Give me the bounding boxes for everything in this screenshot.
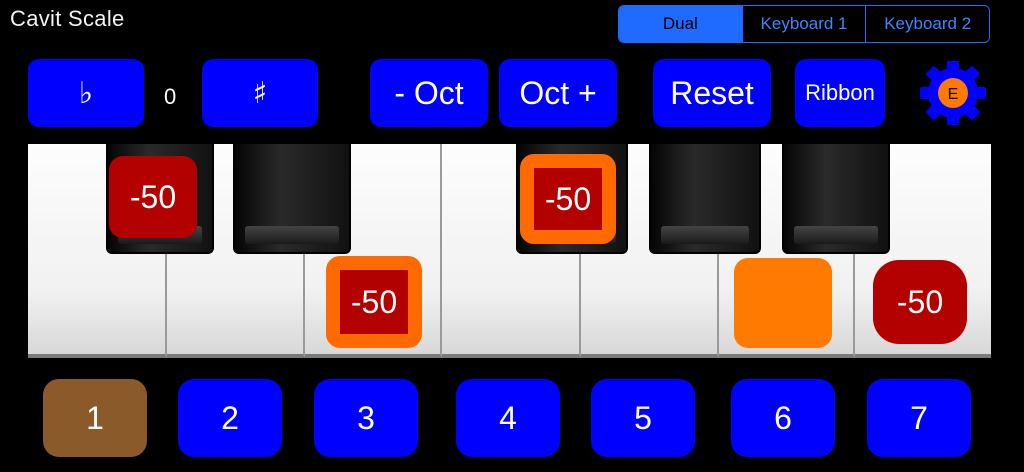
octave-up-button[interactable]: Oct + (499, 59, 617, 127)
black-key[interactable] (649, 144, 761, 254)
degree-button-1[interactable]: 1 (43, 379, 147, 457)
app-title: Cavit Scale (10, 6, 125, 31)
tab-keyboard-2[interactable]: Keyboard 2 (865, 6, 989, 42)
pitch-marker[interactable]: -50 (873, 260, 967, 344)
black-key[interactable] (782, 144, 890, 254)
degree-button-3[interactable]: 3 (314, 379, 418, 457)
degree-button-6[interactable]: 6 (731, 379, 835, 457)
tab-keyboard-1[interactable]: Keyboard 1 (741, 6, 866, 42)
pitch-marker[interactable]: -50 (326, 256, 422, 348)
piano-keyboard: -50 -50 -50 -50 (28, 144, 991, 358)
octave-down-button[interactable]: - Oct (370, 59, 488, 127)
transpose-value: 0 (164, 84, 177, 109)
tab-dual[interactable]: Dual (619, 6, 742, 42)
reset-button[interactable]: Reset (653, 59, 771, 127)
sharp-button[interactable]: ♯ (202, 59, 318, 127)
degree-button-2[interactable]: 2 (178, 379, 282, 457)
mode-segmented-control: Dual Keyboard 1 Keyboard 2 (618, 5, 990, 43)
pitch-marker[interactable]: -50 (109, 156, 197, 238)
flat-button[interactable]: ♭ (28, 59, 144, 127)
black-key[interactable] (233, 144, 351, 254)
ribbon-button[interactable]: Ribbon (795, 59, 885, 127)
degree-button-7[interactable]: 7 (867, 379, 971, 457)
pitch-marker[interactable]: -50 (520, 154, 616, 244)
settings-gear-icon[interactable]: E (915, 60, 991, 126)
degree-button-5[interactable]: 5 (591, 379, 695, 457)
settings-badge: E (948, 86, 959, 103)
degree-button-4[interactable]: 4 (456, 379, 560, 457)
pitch-marker[interactable] (734, 258, 832, 348)
